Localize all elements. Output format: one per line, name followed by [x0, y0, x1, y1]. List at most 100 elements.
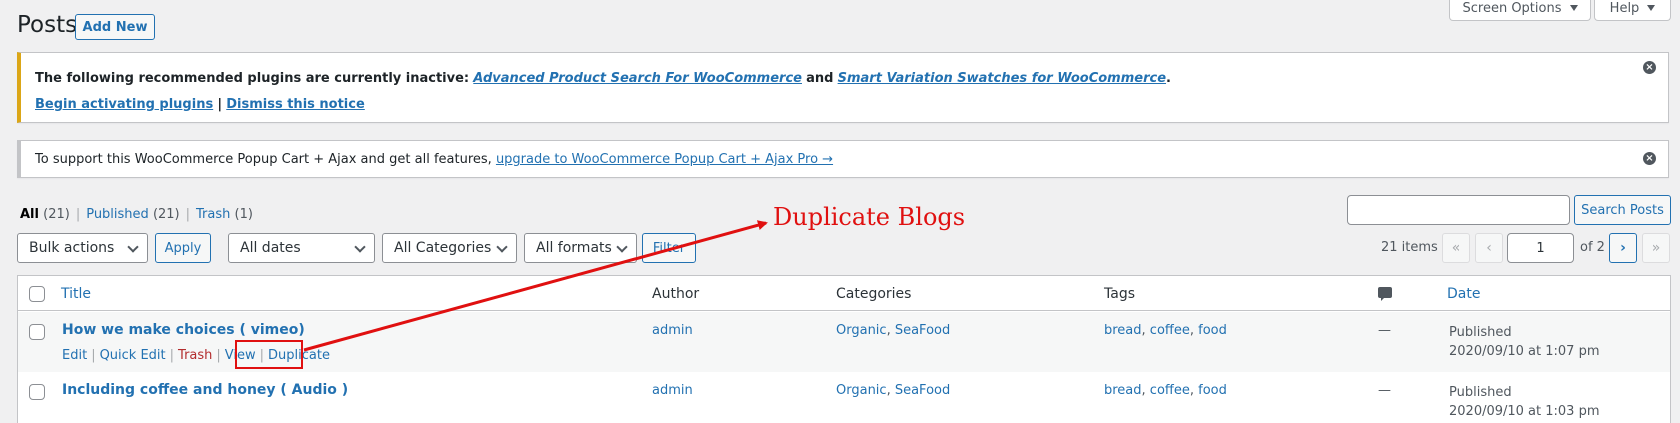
plugins-notice-text: The following recommended plugins are cu…: [35, 71, 1171, 86]
quick-edit-link[interactable]: Quick Edit: [100, 348, 166, 363]
chevron-down-icon: [127, 241, 139, 253]
caret-down-icon: [1647, 5, 1656, 11]
post-date: 2020/09/10 at 1:07 pm: [1449, 344, 1600, 359]
view-all-count: (21): [43, 207, 70, 222]
column-tags: Tags: [1104, 286, 1135, 302]
prev-page-button[interactable]: ‹: [1475, 233, 1503, 263]
bulk-actions-value: Bulk actions: [29, 240, 115, 256]
search-posts-button[interactable]: Search Posts: [1574, 195, 1671, 225]
view-trash-link[interactable]: Trash: [196, 207, 230, 222]
notice-and: and: [806, 71, 834, 86]
screen-options-tab[interactable]: Screen Options: [1449, 0, 1591, 21]
post-title-link[interactable]: Including coffee and honey ( Audio ): [62, 382, 348, 398]
plugin-link-product-search[interactable]: Advanced Product Search For WooCommerce: [473, 71, 802, 86]
bulk-actions-select[interactable]: Bulk actions: [17, 233, 148, 263]
view-published-link[interactable]: Published: [86, 207, 149, 222]
separator: |: [216, 348, 221, 363]
categories-cell: Organic, SeaFood: [836, 323, 951, 338]
separator: |: [185, 207, 191, 222]
categories-select[interactable]: All Categories: [382, 233, 517, 263]
view-published-count: (21): [152, 207, 180, 222]
plugins-notice: The following recommended plugins are cu…: [17, 52, 1669, 123]
category-link[interactable]: SeaFood: [895, 383, 950, 398]
table-row: Including coffee and honey ( Audio ) adm…: [18, 372, 1670, 423]
begin-activating-link[interactable]: Begin activating plugins: [35, 97, 213, 112]
annotation-label: Duplicate Blogs: [773, 203, 966, 231]
separator: |: [75, 207, 81, 222]
column-title[interactable]: Title: [61, 286, 91, 302]
view-all-link[interactable]: All: [20, 207, 39, 222]
total-pages: of 2: [1580, 240, 1605, 255]
divider: |: [217, 97, 223, 112]
separator: |: [91, 348, 96, 363]
filter-button[interactable]: Filter: [642, 233, 696, 263]
upgrade-pro-link[interactable]: upgrade to WooCommerce Popup Cart + Ajax…: [496, 152, 833, 167]
duplicate-highlight-box: [235, 340, 303, 369]
author-link[interactable]: admin: [652, 383, 693, 398]
close-icon[interactable]: ×: [1643, 152, 1656, 165]
category-link[interactable]: Organic: [836, 323, 887, 338]
close-icon[interactable]: ×: [1643, 61, 1656, 74]
plugin-link-variation-swatches[interactable]: Smart Variation Swatches for WooCommerce: [838, 71, 1166, 86]
column-author: Author: [652, 286, 700, 302]
date-cell: Published 2020/09/10 at 1:07 pm: [1449, 323, 1600, 361]
caret-down-icon: [1569, 5, 1578, 11]
categories-cell: Organic, SeaFood: [836, 383, 951, 398]
edit-link[interactable]: Edit: [62, 348, 87, 363]
add-new-button[interactable]: Add New: [75, 14, 155, 40]
tag-link[interactable]: coffee: [1150, 383, 1190, 398]
search-input[interactable]: [1347, 195, 1570, 225]
screen-options-label: Screen Options: [1462, 0, 1562, 16]
help-label: Help: [1609, 0, 1640, 16]
notice-prefix: The following recommended plugins are cu…: [35, 71, 470, 86]
tag-link[interactable]: food: [1198, 323, 1227, 338]
post-title-link[interactable]: How we make choices ( vimeo): [62, 322, 305, 338]
chevron-down-icon: [354, 241, 366, 253]
tag-link[interactable]: bread: [1104, 383, 1142, 398]
trash-link[interactable]: Trash: [178, 348, 212, 363]
notice-period: .: [1166, 71, 1171, 86]
formats-select[interactable]: All formats: [524, 233, 637, 263]
help-tab[interactable]: Help: [1594, 0, 1671, 21]
dismiss-notice-link[interactable]: Dismiss this notice: [226, 97, 365, 112]
view-trash-count: (1): [234, 207, 253, 222]
current-page-input[interactable]: 1: [1507, 233, 1574, 263]
page-title: Posts: [17, 12, 78, 38]
formats-value: All formats: [536, 240, 612, 256]
column-categories: Categories: [836, 286, 912, 302]
popup-cart-text: To support this WooCommerce Popup Cart +…: [35, 152, 492, 167]
next-page-button[interactable]: ›: [1609, 233, 1637, 263]
chevron-down-icon: [616, 241, 628, 253]
select-all-checkbox[interactable]: [29, 286, 45, 302]
dates-select[interactable]: All dates: [228, 233, 375, 263]
row-checkbox[interactable]: [29, 324, 45, 340]
author-link[interactable]: admin: [652, 323, 693, 338]
comment-count: —: [1378, 323, 1391, 338]
last-page-button[interactable]: »: [1642, 233, 1670, 263]
column-date[interactable]: Date: [1447, 286, 1480, 302]
tag-link[interactable]: bread: [1104, 323, 1142, 338]
categories-value: All Categories: [394, 240, 492, 256]
post-status-views: All (21) | Published (21) | Trash (1): [20, 207, 253, 222]
post-date: 2020/09/10 at 1:03 pm: [1449, 404, 1600, 419]
plugins-notice-actions: Begin activating plugins | Dismiss this …: [35, 97, 365, 112]
comment-count: —: [1378, 383, 1391, 398]
row-checkbox[interactable]: [29, 384, 45, 400]
category-link[interactable]: Organic: [836, 383, 887, 398]
table-header: Title Author Categories Tags Date: [18, 276, 1670, 311]
popup-cart-notice: To support this WooCommerce Popup Cart +…: [17, 140, 1669, 178]
tag-link[interactable]: coffee: [1150, 323, 1190, 338]
comment-icon[interactable]: [1378, 287, 1392, 301]
separator: |: [169, 348, 175, 363]
category-link[interactable]: SeaFood: [895, 323, 950, 338]
first-page-button[interactable]: «: [1442, 233, 1470, 263]
popup-cart-notice-text: To support this WooCommerce Popup Cart +…: [35, 152, 833, 167]
apply-button[interactable]: Apply: [155, 233, 211, 263]
post-status: Published: [1449, 385, 1512, 400]
tags-cell: bread, coffee, food: [1104, 323, 1227, 338]
chevron-down-icon: [496, 241, 508, 253]
date-cell: Published 2020/09/10 at 1:03 pm: [1449, 383, 1600, 421]
tags-cell: bread, coffee, food: [1104, 383, 1227, 398]
tag-link[interactable]: food: [1198, 383, 1227, 398]
post-status: Published: [1449, 325, 1512, 340]
